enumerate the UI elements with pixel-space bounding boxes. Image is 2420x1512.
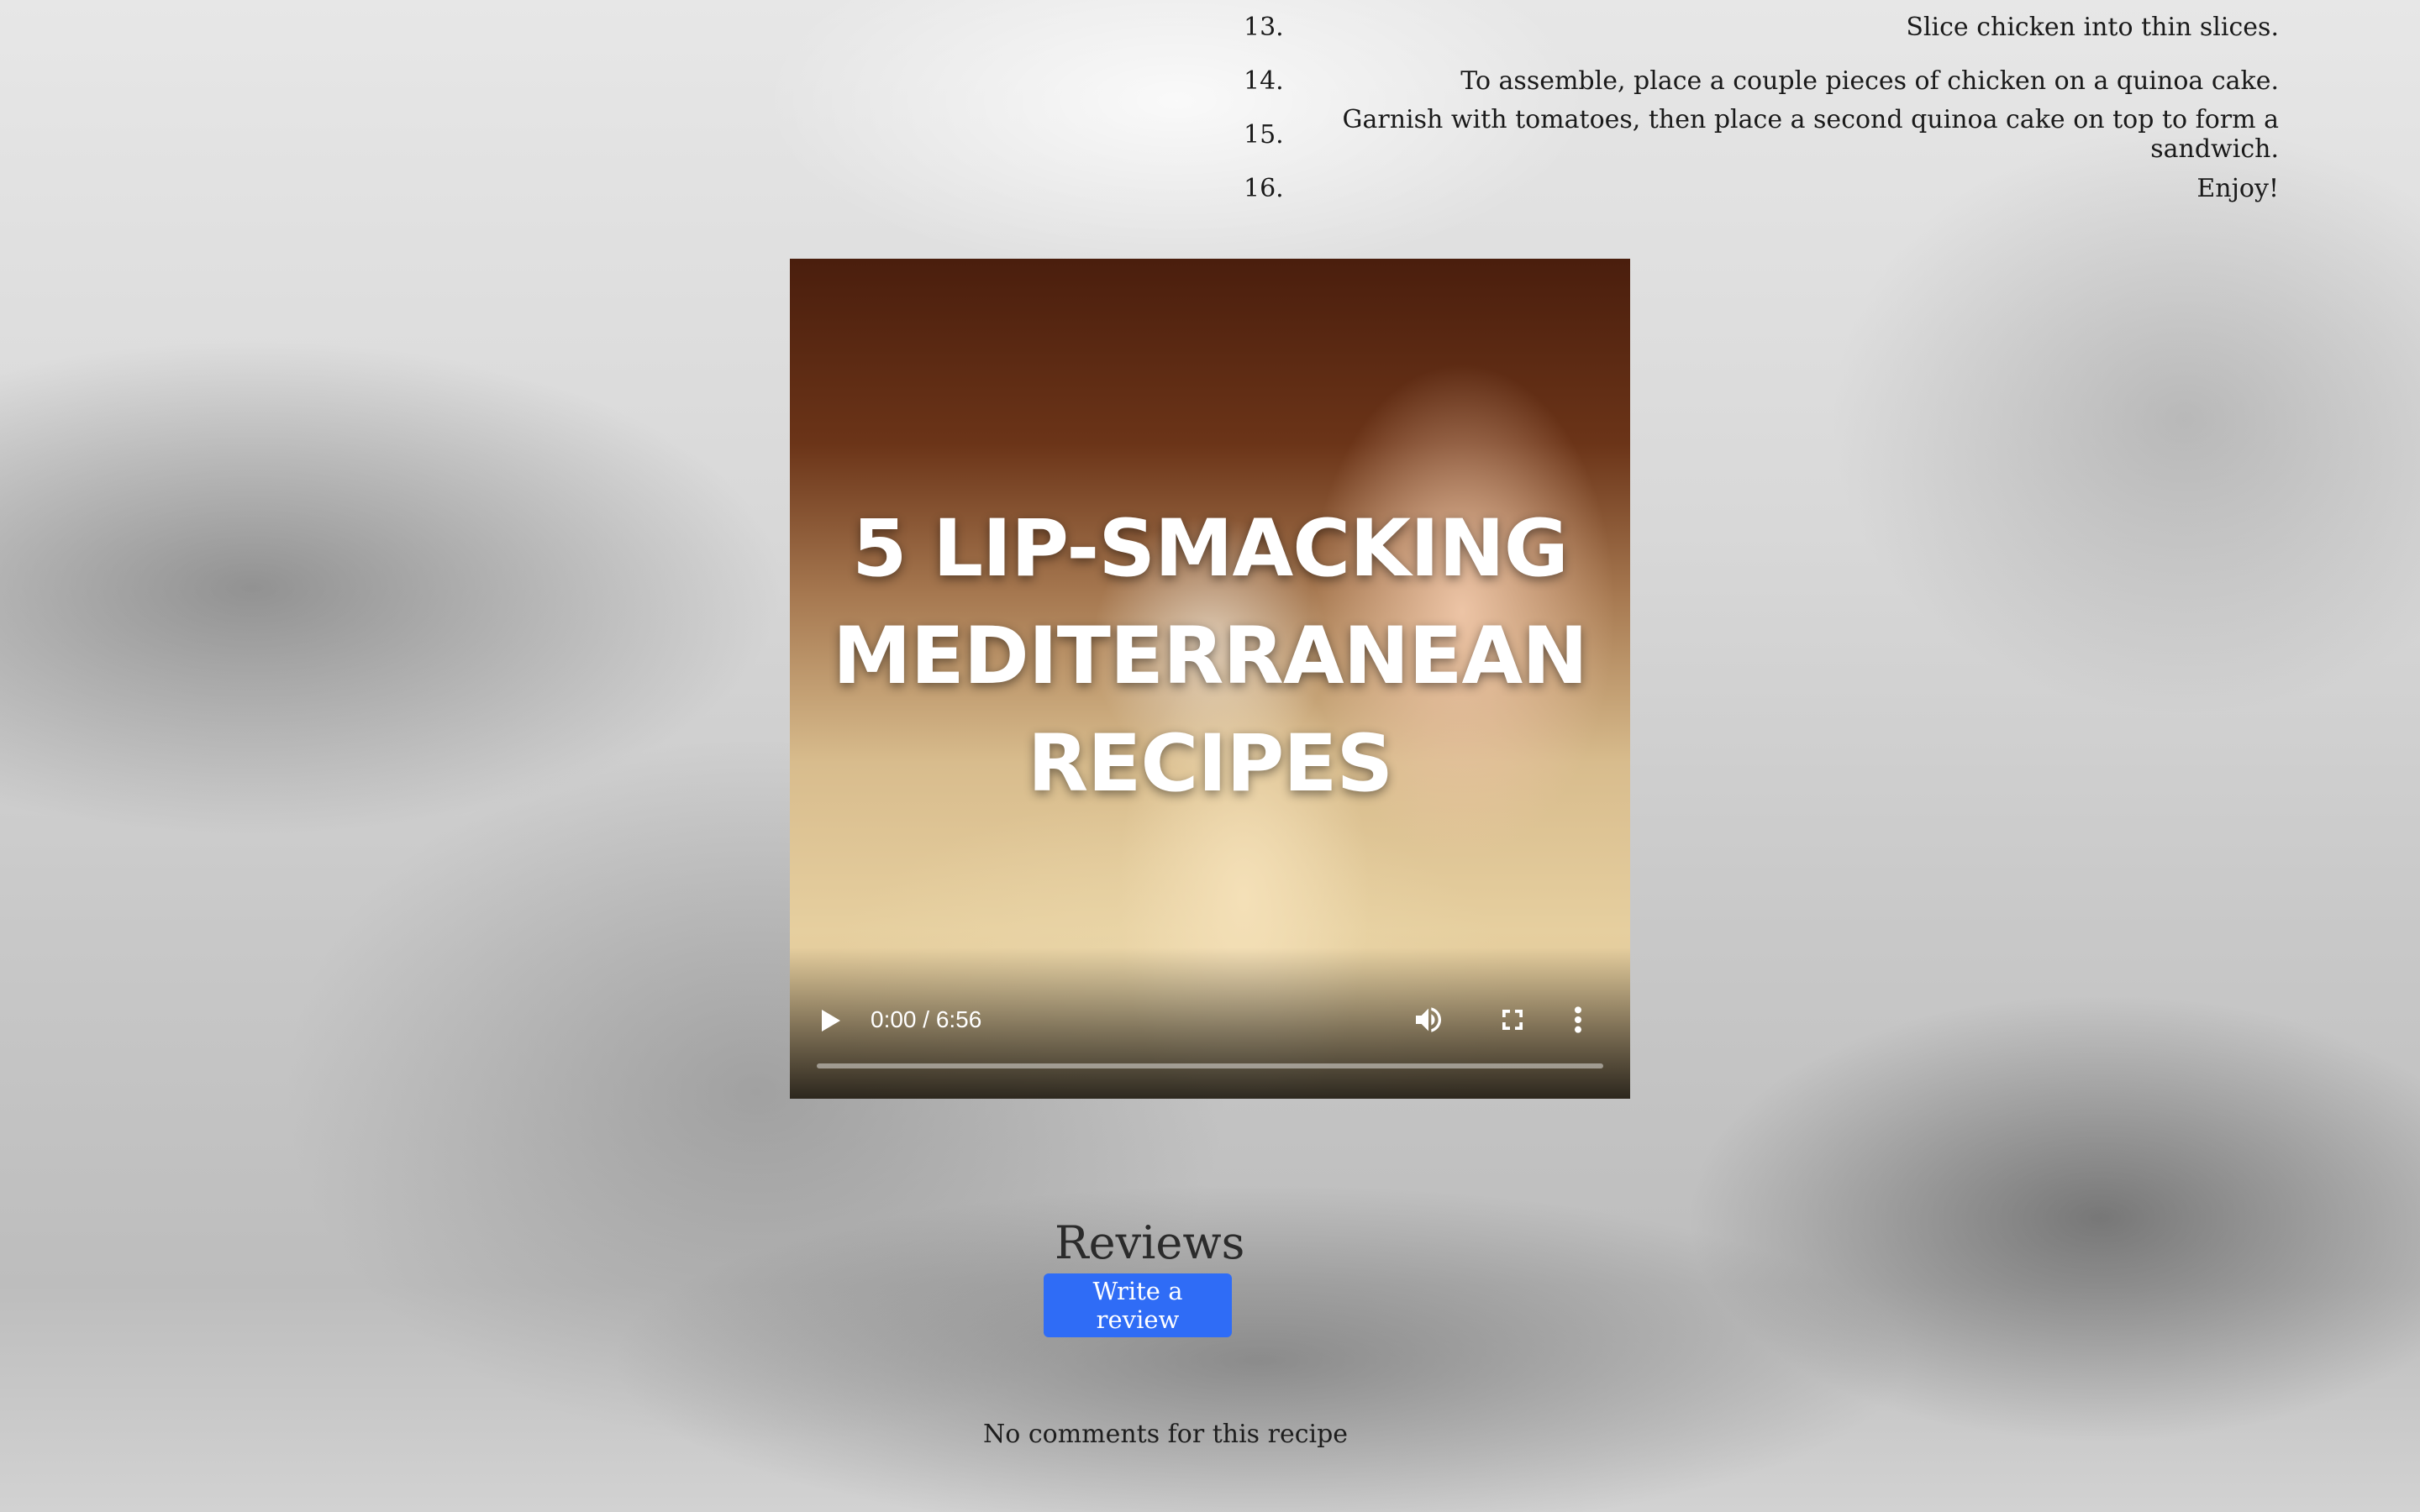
video-title-line: RECIPES — [1027, 718, 1393, 810]
video-title-line: 5 LIP-SMACKING — [852, 503, 1569, 595]
step-text: Enjoy! — [2196, 173, 2279, 203]
video-progress-bar[interactable] — [817, 1063, 1603, 1068]
step-number: 14. — [1244, 66, 1284, 96]
list-item: 14. To assemble, place a couple pieces o… — [1244, 54, 2279, 108]
step-number: 16. — [1244, 173, 1284, 203]
step-text: Slice chicken into thin slices. — [1906, 12, 2279, 42]
list-item: 15. Garnish with tomatoes, then place a … — [1244, 105, 2279, 164]
step-text: To assemble, place a couple pieces of ch… — [1460, 66, 2279, 96]
fullscreen-icon[interactable] — [1497, 1005, 1528, 1035]
play-icon[interactable] — [822, 1010, 840, 1032]
no-comments-message: No comments for this recipe — [983, 1420, 1349, 1449]
video-title-line: MEDITERRANEAN — [833, 611, 1588, 702]
step-number: 15. — [1244, 119, 1284, 150]
instructions-list: 13. Slice chicken into thin slices. 14. … — [1244, 0, 2279, 215]
volume-icon[interactable] — [1412, 1003, 1445, 1037]
more-vertical-icon[interactable] — [1570, 1003, 1586, 1037]
video-time: 0:00 / 6:56 — [871, 1006, 982, 1032]
step-number: 13. — [1244, 12, 1284, 42]
write-review-button[interactable]: Write a review — [1044, 1273, 1232, 1337]
video-controls: 0:00 / 6:56 — [790, 948, 1630, 1099]
reviews-heading: Reviews — [1055, 1216, 1245, 1269]
step-text: Garnish with tomatoes, then place a seco… — [1342, 105, 2279, 164]
recipe-video-player[interactable]: 5 LIP-SMACKING MEDITERRANEAN RECIPES 0:0… — [790, 259, 1630, 1099]
video-title-overlay: 5 LIP-SMACKING MEDITERRANEAN RECIPES — [790, 496, 1630, 818]
list-item: 16. Enjoy! — [1244, 161, 2279, 215]
list-item: 13. Slice chicken into thin slices. — [1244, 0, 2279, 54]
